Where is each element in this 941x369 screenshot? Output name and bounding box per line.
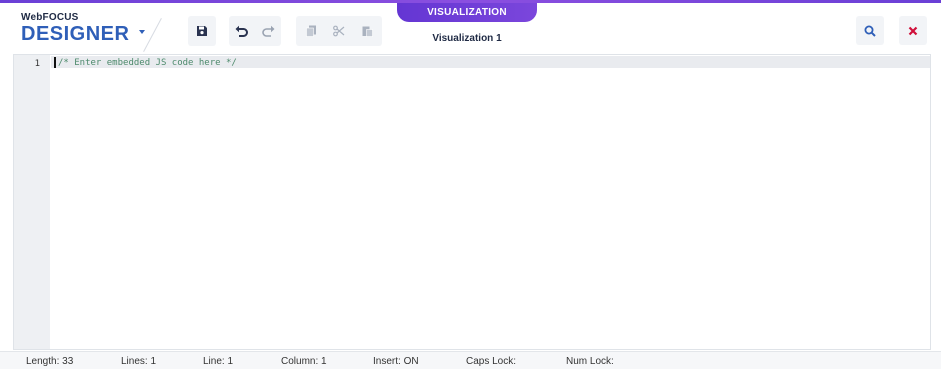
undo-redo-group — [229, 16, 281, 46]
copy-button[interactable] — [297, 25, 325, 37]
close-button[interactable] — [899, 16, 927, 45]
undo-icon — [235, 25, 248, 37]
search-icon — [864, 25, 876, 37]
chevron-down-icon[interactable] — [139, 30, 146, 34]
code-line[interactable]: /* Enter embedded JS code here */ — [58, 58, 237, 68]
app-header: WebFOCUS DESIGNER VISUALIZATION Visualiz… — [0, 3, 941, 53]
brand-webfocus: WebFOCUS — [21, 12, 79, 23]
clipboard-group — [296, 16, 382, 46]
search-button[interactable] — [856, 16, 884, 45]
cut-button[interactable] — [325, 25, 353, 37]
save-icon — [197, 26, 207, 36]
tab-visualization[interactable]: VISUALIZATION — [397, 3, 537, 22]
cut-icon — [333, 25, 345, 37]
code-editor[interactable]: 1 /* Enter embedded JS code here */ — [13, 54, 931, 350]
status-line: Line: 1 — [203, 356, 234, 367]
status-length: Length: 33 — [26, 356, 74, 367]
status-num-lock: Num Lock: — [566, 356, 614, 367]
line-number: 1 — [34, 59, 40, 69]
redo-icon — [262, 25, 275, 37]
brand[interactable]: WebFOCUS DESIGNER — [21, 12, 146, 45]
paste-button[interactable] — [353, 25, 381, 37]
close-icon — [908, 26, 918, 35]
paste-icon — [362, 26, 373, 37]
copy-icon — [305, 25, 316, 37]
divider — [143, 17, 162, 53]
save-button[interactable] — [188, 16, 216, 46]
document-title: Visualization 1 — [432, 33, 502, 44]
text-cursor — [54, 57, 56, 68]
status-column: Column: 1 — [281, 356, 327, 367]
status-bar: Length: 33 Lines: 1 Line: 1 Column: 1 In… — [0, 351, 941, 369]
status-insert: Insert: ON — [373, 356, 419, 367]
undo-button[interactable] — [229, 25, 255, 37]
status-caps-lock: Caps Lock: — [466, 356, 517, 367]
brand-designer-label: DESIGNER — [21, 23, 130, 45]
brand-designer[interactable]: DESIGNER — [21, 23, 146, 45]
status-lines: Lines: 1 — [121, 356, 157, 367]
line-number-gutter: 1 — [14, 55, 50, 349]
redo-button[interactable] — [255, 25, 281, 37]
